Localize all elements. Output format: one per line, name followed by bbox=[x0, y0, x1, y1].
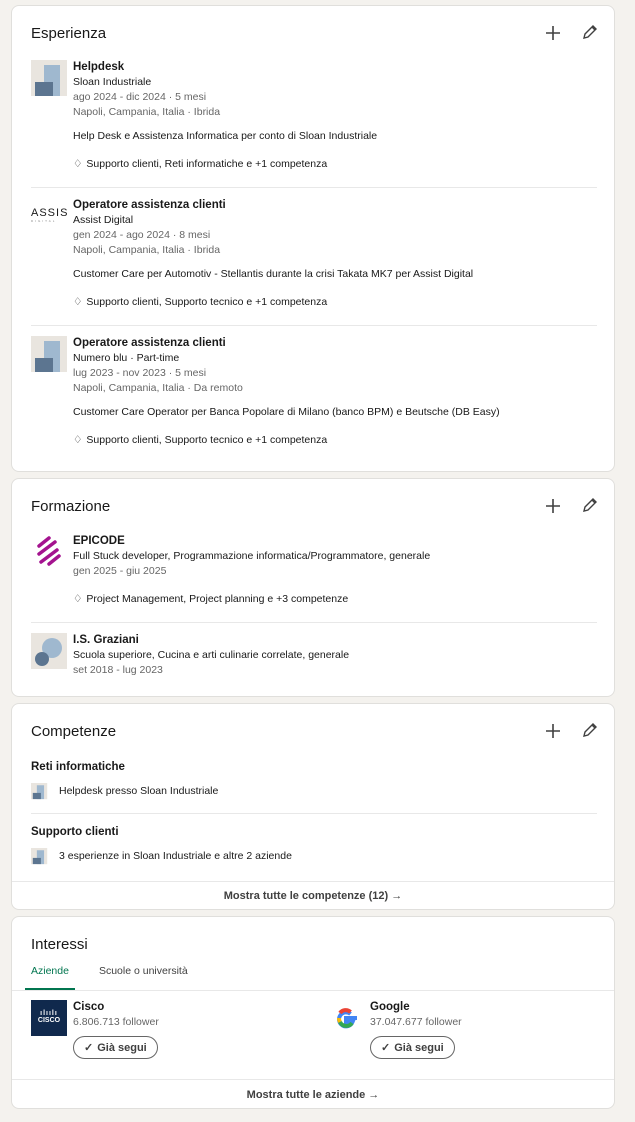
degree: Full Stuck developer, Programmazione inf… bbox=[73, 550, 431, 562]
tab-aziende[interactable]: Aziende bbox=[25, 959, 75, 990]
experience-section: Esperienza Helpdesk Sloan Industriale ag… bbox=[11, 5, 615, 472]
follower-count: 37.047.677 follower bbox=[370, 1016, 462, 1028]
job-skills[interactable]: ♢ Supporto clienti, Supporto tecnico e +1… bbox=[73, 433, 597, 448]
edit-pencil-icon[interactable] bbox=[580, 24, 598, 42]
job-skills[interactable]: ♢ Supporto clienti, Supporto tecnico e +1… bbox=[73, 295, 597, 310]
school-logo bbox=[31, 633, 67, 669]
show-all-skills-link[interactable]: Mostra tutte le competenze (12) → bbox=[12, 881, 614, 909]
skill-item[interactable]: Reti informatiche Helpdesk presso Sloan … bbox=[31, 760, 597, 800]
check-icon: ✓ bbox=[381, 1042, 391, 1054]
job-title: Operatore assistenza clienti bbox=[73, 337, 226, 349]
company-logo: ASSISTDIGITAL bbox=[31, 207, 67, 223]
divider bbox=[31, 813, 597, 814]
job-dates: lug 2023 - nov 2023 · 5 mesi bbox=[73, 367, 207, 379]
add-icon[interactable] bbox=[544, 497, 562, 515]
school-name: EPICODE bbox=[73, 535, 125, 547]
edit-pencil-icon[interactable] bbox=[580, 722, 598, 740]
divider bbox=[31, 187, 597, 188]
divider bbox=[12, 990, 614, 991]
check-icon: ✓ bbox=[84, 1042, 94, 1054]
diamond-icon: ♢ bbox=[73, 296, 83, 308]
divider bbox=[31, 622, 597, 623]
skill-context: 3 esperienze in Sloan Industriale e altr… bbox=[59, 849, 292, 862]
skills-text: Supporto clienti, Supporto tecnico e +1 … bbox=[86, 434, 328, 446]
job-title: Helpdesk bbox=[73, 61, 125, 73]
follower-count: 6.806.713 follower bbox=[73, 1016, 159, 1028]
company-name: Numero blu · Part-time bbox=[73, 352, 180, 364]
job-location: Napoli, Campania, Italia · Ibrida bbox=[73, 244, 221, 256]
company-name: Sloan Industriale bbox=[73, 76, 152, 88]
company-logo bbox=[31, 336, 67, 372]
diamond-icon: ♢ bbox=[73, 434, 83, 446]
company-name: Cisco bbox=[73, 1001, 105, 1013]
following-button[interactable]: ✓ Già segui bbox=[370, 1036, 455, 1059]
google-logo bbox=[328, 1000, 364, 1036]
section-title: Competenze bbox=[31, 723, 117, 740]
job-description: Help Desk e Assistenza Informatica per c… bbox=[73, 130, 378, 142]
company-name: Google bbox=[370, 1001, 410, 1013]
company-logo bbox=[31, 60, 67, 96]
skills-text: Supporto clienti, Reti informatiche e +1… bbox=[86, 158, 328, 170]
skill-name: Reti informatiche bbox=[31, 761, 125, 773]
cisco-logo: ılıılı CISCO bbox=[31, 1000, 67, 1036]
skills-section: Competenze Reti informatiche Helpdesk pr… bbox=[11, 703, 615, 910]
edu-dates: set 2018 - lug 2023 bbox=[73, 664, 163, 676]
edu-dates: gen 2025 - giu 2025 bbox=[73, 565, 167, 577]
job-description: Customer Care Operator per Banca Popolar… bbox=[73, 406, 500, 418]
section-title: Formazione bbox=[31, 498, 111, 515]
experience-item[interactable]: Helpdesk Sloan Industriale ago 2024 - di… bbox=[31, 60, 597, 170]
interests-section: Interessi Aziende Scuole o università ıl… bbox=[11, 916, 615, 1109]
edu-skills[interactable]: ♢ Project Management, Project planning e … bbox=[73, 592, 597, 607]
edit-pencil-icon[interactable] bbox=[580, 497, 598, 515]
diamond-icon: ♢ bbox=[73, 158, 83, 170]
company-name: Assist Digital bbox=[73, 214, 134, 226]
job-dates: gen 2024 - ago 2024 · 8 mesi bbox=[73, 229, 211, 241]
section-title: Interessi bbox=[31, 936, 88, 953]
company-logo bbox=[31, 848, 48, 865]
experience-item[interactable]: Operatore assistenza clienti Numero blu … bbox=[31, 336, 597, 446]
skills-text: Supporto clienti, Supporto tecnico e +1 … bbox=[86, 296, 328, 308]
degree: Scuola superiore, Cucina e arti culinari… bbox=[73, 649, 350, 661]
school-name: I.S. Graziani bbox=[73, 634, 139, 646]
diamond-icon: ♢ bbox=[73, 593, 83, 605]
show-all-companies-link[interactable]: Mostra tutte le aziende → bbox=[12, 1079, 614, 1109]
skill-context: Helpdesk presso Sloan Industriale bbox=[59, 784, 219, 797]
school-logo bbox=[31, 534, 67, 570]
divider bbox=[31, 325, 597, 326]
job-location: Napoli, Campania, Italia · Da remoto bbox=[73, 382, 243, 394]
tab-scuole[interactable]: Scuole o università bbox=[75, 959, 194, 990]
section-title: Esperienza bbox=[31, 25, 107, 42]
add-icon[interactable] bbox=[544, 722, 562, 740]
job-description: Customer Care per Automotiv - Stellantis… bbox=[73, 268, 474, 280]
job-dates: ago 2024 - dic 2024 · 5 mesi bbox=[73, 91, 207, 103]
skill-name: Supporto clienti bbox=[31, 826, 119, 838]
following-button[interactable]: ✓ Già segui bbox=[73, 1036, 158, 1059]
add-icon[interactable] bbox=[544, 24, 562, 42]
education-section: Formazione EPICODE Full Stuck developer,… bbox=[11, 478, 615, 697]
company-logo bbox=[31, 783, 48, 800]
job-title: Operatore assistenza clienti bbox=[73, 199, 226, 211]
job-location: Napoli, Campania, Italia · Ibrida bbox=[73, 106, 221, 118]
skills-text: Project Management, Project planning e +… bbox=[86, 593, 349, 605]
skill-item[interactable]: Supporto clienti 3 esperienze in Sloan I… bbox=[31, 825, 597, 865]
interests-tabs: Aziende Scuole o università bbox=[25, 959, 194, 990]
job-skills[interactable]: ♢ Supporto clienti, Reti informatiche e +… bbox=[73, 157, 597, 172]
